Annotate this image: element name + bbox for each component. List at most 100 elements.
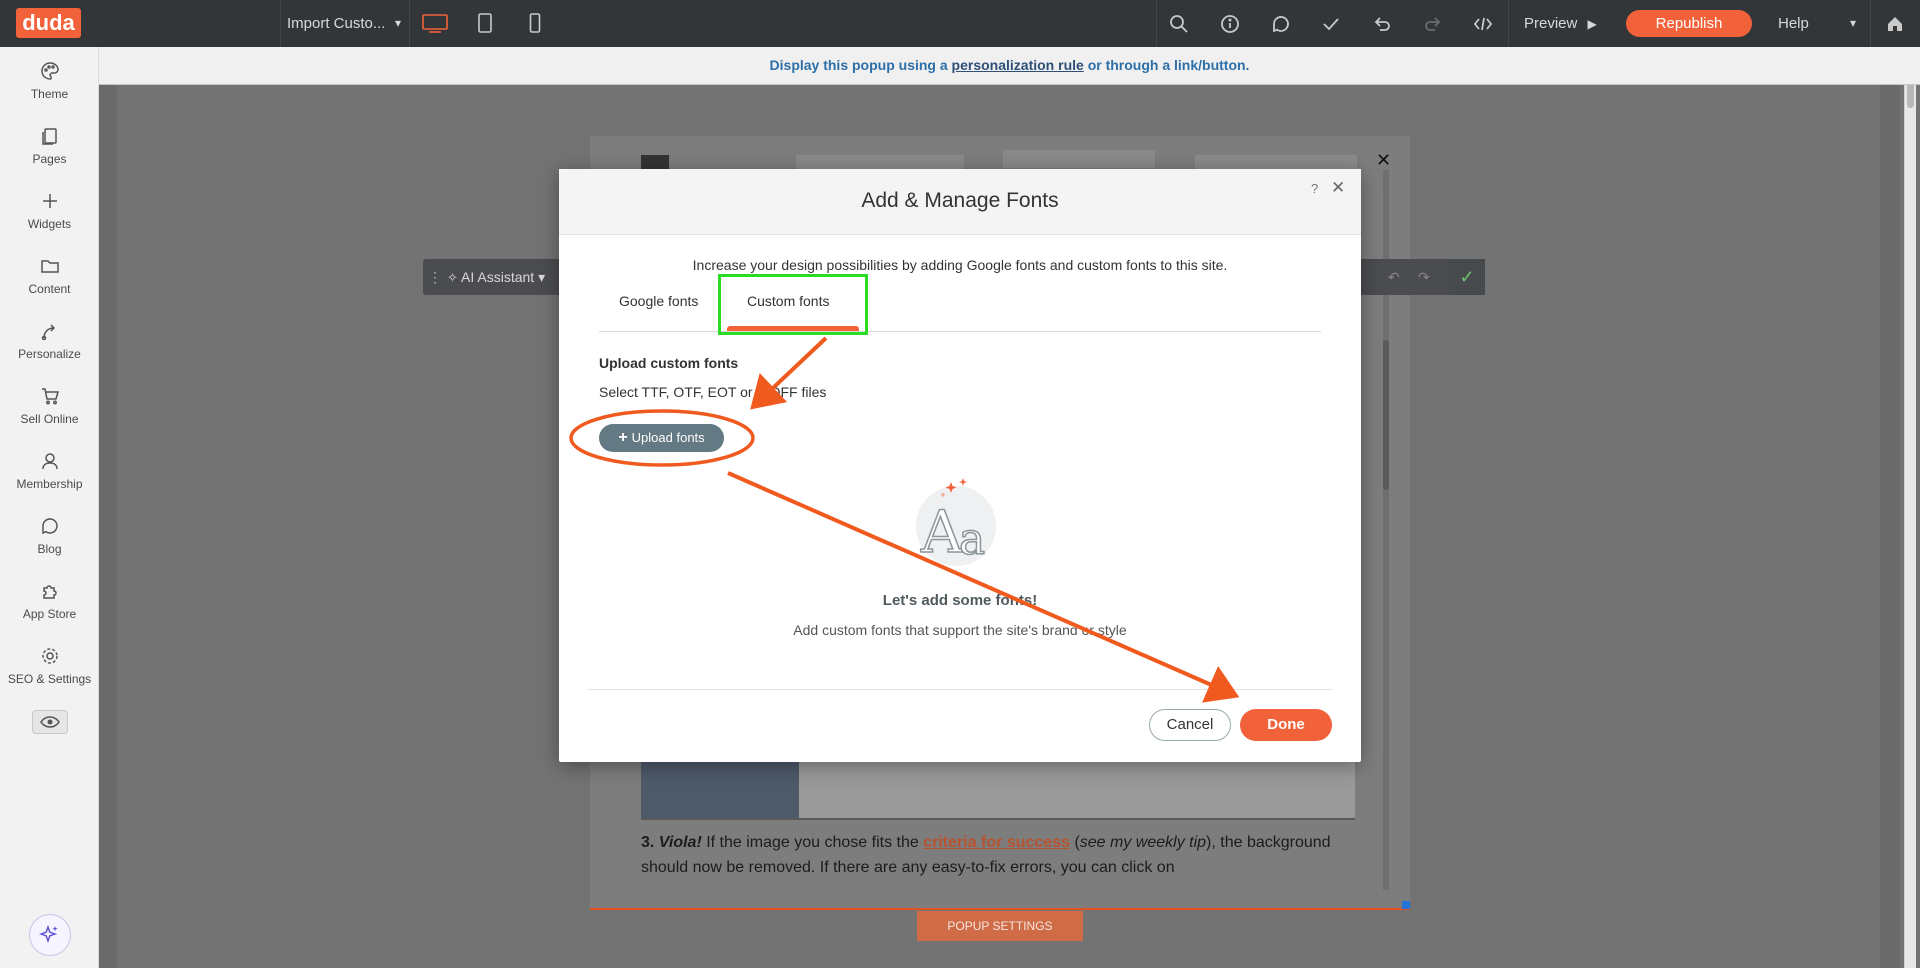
fonts-empty-state-icon: A a [911, 474, 1011, 574]
canvas-scrollbar[interactable] [1904, 60, 1916, 968]
republish-button[interactable]: Republish [1626, 10, 1752, 37]
popup-settings-button[interactable]: POPUP SETTINGS [917, 911, 1083, 941]
sidebar-item-label: Sell Online [20, 412, 79, 426]
redo-icon[interactable] [1420, 11, 1446, 37]
viola-text: Viola! [658, 834, 702, 851]
sidebar-item-seo-settings[interactable]: SEO & Settings [0, 646, 99, 686]
sidebar-item-blog[interactable]: Blog [0, 516, 99, 556]
background-thumbnail [641, 155, 669, 169]
highlight-box-annotation [718, 274, 868, 335]
background-divider [641, 818, 1355, 820]
upload-fonts-button[interactable]: + Upload fonts [599, 424, 724, 452]
sidebar-item-sell-online[interactable]: Sell Online [0, 386, 99, 426]
help-icon[interactable]: ? [1311, 181, 1318, 196]
mobile-view-icon[interactable] [518, 10, 552, 36]
sidebar-item-app-store[interactable]: App Store [0, 581, 99, 621]
undo-icon[interactable] [1369, 11, 1395, 37]
sidebar-item-personalize[interactable]: Personalize [0, 321, 99, 361]
dialog-title: Add & Manage Fonts [861, 189, 1059, 212]
palette-icon [40, 62, 59, 80]
ai-assistant-menu[interactable]: ✧ AI Assistant ▾ [447, 259, 545, 296]
popup-bottom-border [590, 908, 1410, 910]
dialog-header: Add & Manage Fonts ? ✕ [559, 169, 1361, 235]
background-article-text: 3. Viola! If the image you chose fits th… [641, 830, 1361, 880]
empty-state-subtitle: Add custom fonts that support the site's… [793, 622, 1127, 638]
upload-heading: Upload custom fonts [599, 355, 739, 371]
sidebar-item-label: Membership [16, 477, 83, 491]
sidebar-item-label: Widgets [27, 217, 72, 231]
preview-label: Preview [1524, 15, 1578, 32]
upload-fonts-label: Upload fonts [631, 430, 705, 445]
tab-google-fonts[interactable]: Google fonts [619, 293, 698, 309]
svg-text:A: A [920, 498, 964, 566]
divider [1870, 0, 1871, 47]
page-selector[interactable]: Import Custo... ▾ [280, 0, 410, 47]
add-manage-fonts-dialog: Add & Manage Fonts ? ✕ Increase your des… [559, 169, 1361, 762]
plus-icon [42, 194, 57, 208]
code-icon[interactable] [1470, 11, 1496, 37]
background-thumbnail [1003, 150, 1155, 168]
sidebar-item-membership[interactable]: Membership [0, 451, 99, 491]
eye-icon [40, 716, 60, 728]
duda-logo[interactable]: duda [16, 8, 81, 38]
chevron-down-icon: ▾ [538, 269, 546, 285]
sidebar-item-label: SEO & Settings [7, 672, 92, 686]
sidebar-item-theme[interactable]: Theme [0, 61, 99, 101]
notice-text: Display this popup using a [769, 57, 948, 73]
preview-eye-button[interactable] [32, 710, 68, 734]
checkmark-icon[interactable] [1318, 11, 1344, 37]
criteria-link[interactable]: criteria for success [923, 834, 1070, 851]
desktop-view-icon[interactable] [418, 10, 452, 36]
canvas-edge [99, 85, 117, 968]
puzzle-icon [42, 585, 57, 599]
user-icon [41, 453, 58, 470]
background-screenshot-image [799, 760, 1355, 818]
personalization-rule-link[interactable]: personalization rule [952, 57, 1084, 73]
info-icon[interactable] [1217, 11, 1243, 37]
cart-icon [41, 388, 59, 405]
svg-text:a: a [959, 514, 985, 565]
popup-close-icon[interactable]: ✕ [1376, 150, 1391, 171]
undo-icon[interactable]: ↶ [1388, 259, 1400, 295]
sparkle-icon: ✧ [447, 270, 458, 285]
plus-icon: + [618, 429, 628, 446]
close-icon[interactable]: ✕ [1331, 178, 1345, 198]
ai-assistant-button[interactable] [29, 914, 71, 956]
sidebar-item-label: Blog [37, 542, 62, 556]
popup-notice: Display this popup using a personalizati… [99, 47, 1920, 85]
search-icon[interactable] [1166, 11, 1192, 37]
drag-handle-icon[interactable]: ⋮ [428, 259, 442, 295]
top-toolbar: duda Import Custo... ▾ Preview ▶ Republi… [0, 0, 1920, 47]
sidebar-item-label: App Store [22, 607, 77, 621]
article-text: If the image you chose fits the [706, 834, 919, 851]
cancel-button[interactable]: Cancel [1149, 709, 1231, 741]
sidebar-item-label: Pages [32, 152, 67, 166]
redo-icon[interactable]: ↷ [1418, 259, 1430, 295]
sidebar-item-widgets[interactable]: Widgets [0, 191, 99, 231]
checkmark-icon[interactable]: ✓ [1449, 259, 1485, 295]
weekly-tip-text: see my weekly tip [1079, 834, 1207, 851]
sidebar-item-content[interactable]: Content [0, 256, 99, 296]
preview-button[interactable]: Preview ▶ [1524, 0, 1597, 47]
notice-text: or through a link/button. [1087, 57, 1250, 73]
tab-divider [599, 331, 1321, 332]
tablet-view-icon[interactable] [468, 10, 502, 36]
resize-handle[interactable] [1402, 901, 1410, 909]
comment-icon[interactable] [1268, 11, 1294, 37]
background-thumbnail [1195, 155, 1357, 169]
help-button[interactable]: Help [1778, 0, 1809, 47]
chat-bubble-icon [41, 518, 58, 535]
done-button[interactable]: Done [1240, 709, 1332, 741]
scrollbar-thumb[interactable] [1383, 340, 1389, 490]
home-icon[interactable] [1882, 11, 1908, 37]
chevron-down-icon[interactable]: ▾ [1850, 0, 1856, 47]
sidebar-item-pages[interactable]: Pages [0, 126, 99, 166]
step-number: 3. [641, 834, 655, 851]
chevron-down-icon: ▾ [394, 16, 401, 30]
gear-icon [41, 648, 58, 664]
canvas-edge [1880, 85, 1900, 968]
page-selector-label: Import Custo... [287, 15, 386, 32]
ai-assistant-label: AI Assistant [461, 269, 535, 285]
divider [1156, 0, 1157, 47]
upload-file-types: Select TTF, OTF, EOT or WOFF files [599, 384, 827, 400]
